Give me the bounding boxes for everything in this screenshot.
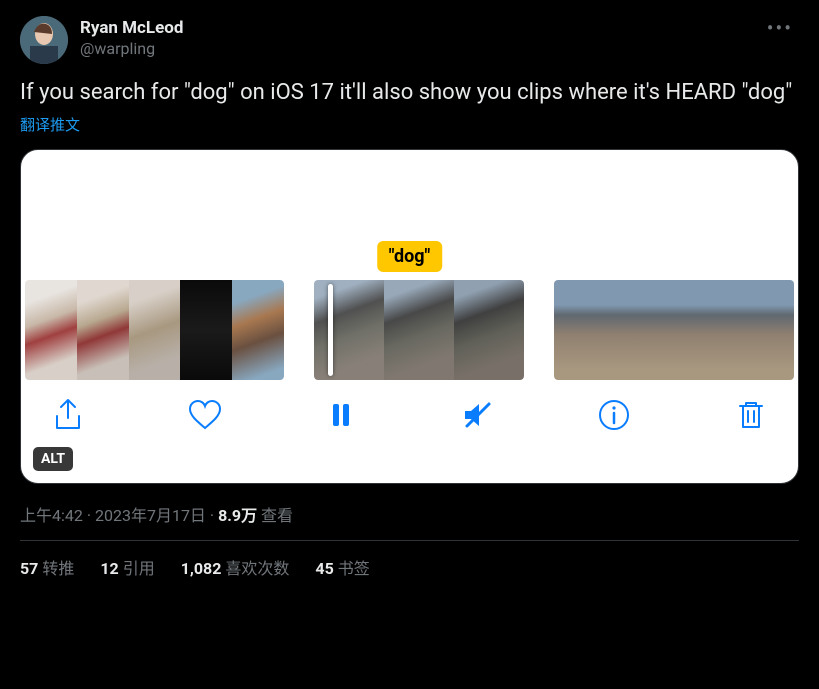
clip-frame [314,280,384,380]
views-label: 查看 [257,506,293,525]
clip-frame [77,280,129,380]
stat-retweets[interactable]: 57转推 [20,555,74,579]
clip-group[interactable] [314,280,524,380]
heart-icon[interactable] [186,396,224,434]
clip-frame [698,280,746,380]
stat-quotes[interactable]: 12引用 [100,555,154,579]
more-icon[interactable]: ••• [761,16,799,40]
clip-frame [180,280,232,380]
search-tag-badge: "dog" [377,241,443,272]
views-count: 8.9万 [218,506,257,525]
clip-frame [129,280,181,380]
tweet-stats: 57转推 12引用 1,082喜欢次数 45书签 [20,541,799,593]
clip-frame [232,280,284,380]
stat-likes[interactable]: 1,082喜欢次数 [181,555,290,579]
translate-link[interactable]: 翻译推文 [20,114,799,135]
alt-badge[interactable]: ALT [33,447,73,471]
meta-date[interactable]: 2023年7月17日 [95,506,206,525]
clip-frame [454,280,524,380]
playhead-icon[interactable] [328,284,333,376]
media-card[interactable]: "dog" [20,149,799,484]
tweet-meta: 上午4:42 · 2023年7月17日 · 8.9万 查看 [20,484,799,541]
clip-frame [554,280,602,380]
meta-time[interactable]: 上午4:42 [20,506,83,525]
user-name[interactable]: Ryan McLeod [80,18,749,39]
stat-bookmarks[interactable]: 45书签 [315,555,369,579]
media-top: "dog" [21,150,798,280]
info-icon[interactable] [595,396,633,434]
mute-icon[interactable] [459,396,497,434]
tweet: Ryan McLeod @warpling ••• If you search … [0,0,819,593]
clip-group[interactable] [25,280,284,380]
clip-frame [650,280,698,380]
pause-icon[interactable] [322,396,360,434]
video-timeline[interactable] [21,280,798,380]
clip-frame [25,280,77,380]
tweet-text: If you search for "dog" on iOS 17 it'll … [20,78,799,108]
clip-frame [602,280,650,380]
clip-frame [746,280,794,380]
clip-frame [384,280,454,380]
trash-icon[interactable] [732,396,770,434]
share-icon[interactable] [49,396,87,434]
avatar[interactable] [20,16,68,64]
user-handle[interactable]: @warpling [80,39,749,59]
user-block: Ryan McLeod @warpling [80,16,749,59]
clip-group[interactable] [554,280,794,380]
media-action-bar [21,380,798,434]
tweet-header: Ryan McLeod @warpling ••• [20,16,799,64]
